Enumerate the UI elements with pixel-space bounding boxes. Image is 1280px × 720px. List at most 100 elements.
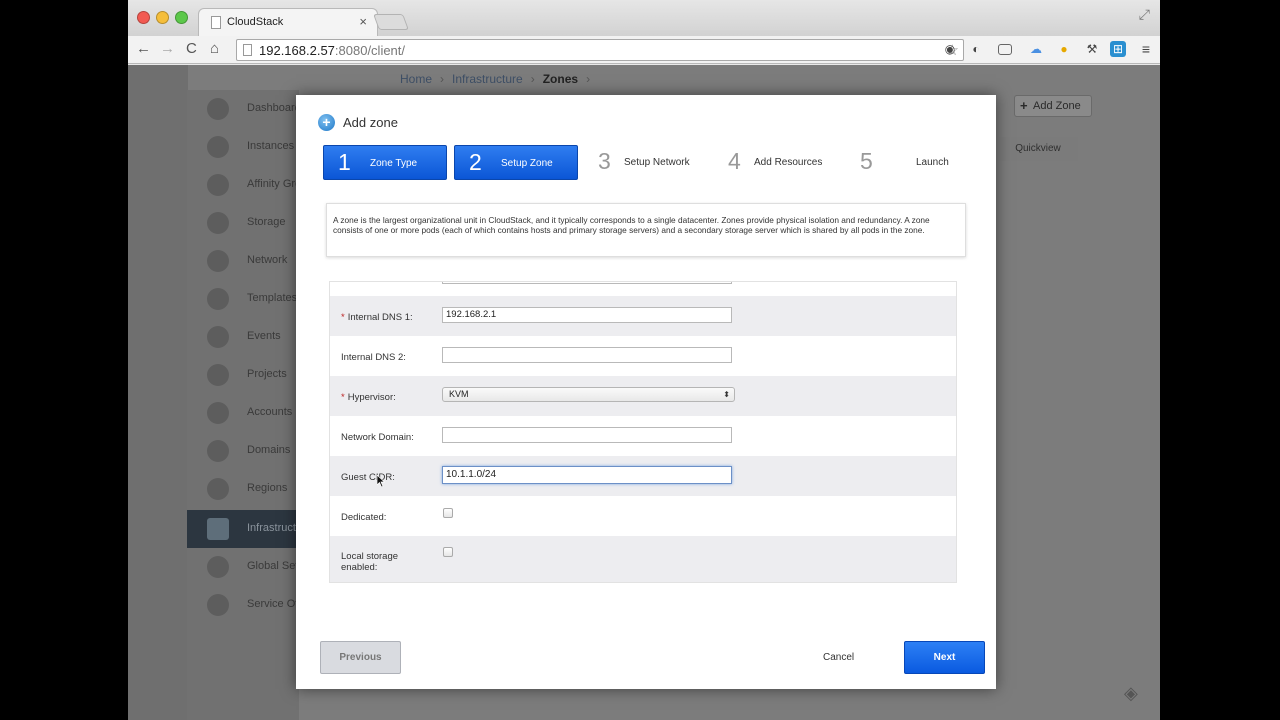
- sidebar-item-regions[interactable]: Regions: [187, 470, 299, 508]
- sidebar-item-projects[interactable]: Projects: [187, 356, 299, 394]
- window-maximize-button[interactable]: [175, 11, 188, 24]
- extension-icon-3[interactable]: [998, 44, 1012, 55]
- breadcrumb: Home › Infrastructure › Zones ›: [400, 72, 598, 86]
- add-zone-button[interactable]: + Add Zone: [1014, 95, 1092, 117]
- url-path: :8080/client/: [334, 43, 406, 58]
- step-setup-network: 3 Setup Network: [598, 145, 708, 180]
- browser-window: CloudStack × ⤢ ← → C ⌂ 192.168.2.57:8080…: [128, 0, 1160, 720]
- cloud-extension-icon[interactable]: ☁: [1028, 41, 1044, 57]
- local-storage-label-line2: enabled:: [341, 562, 378, 573]
- sidebar-item-label: Instances: [247, 140, 295, 152]
- screen: CloudStack × ⤢ ← → C ⌂ 192.168.2.57:8080…: [0, 0, 1280, 720]
- guest-cidr-input[interactable]: 10.1.1.0/24: [442, 466, 732, 484]
- extension-icon-1[interactable]: ◉: [942, 41, 958, 57]
- reload-icon[interactable]: C: [186, 39, 197, 59]
- internal-dns1-input[interactable]: 192.168.2.1: [442, 307, 732, 323]
- previous-button[interactable]: Previous: [320, 641, 401, 674]
- breadcrumb-infrastructure[interactable]: Infrastructure: [452, 72, 523, 86]
- step-zone-type[interactable]: 1 Zone Type: [323, 145, 447, 180]
- window-minimize-button[interactable]: [156, 11, 169, 24]
- storage-icon: [207, 212, 229, 234]
- tab-title: CloudStack: [227, 16, 284, 28]
- breadcrumb-home[interactable]: Home: [400, 72, 432, 86]
- network-domain-input[interactable]: [442, 427, 732, 443]
- sidebar-item-dashboard[interactable]: Dashboard: [187, 90, 299, 128]
- sidebar-item-label: Templates: [247, 292, 298, 304]
- sidebar-item-label: Service Offerings: [247, 598, 299, 610]
- sidebar-item-label: Accounts: [247, 406, 293, 418]
- extension-icon-5[interactable]: ●: [1056, 41, 1072, 57]
- form-row-internal-dns2: Internal DNS 2:: [330, 336, 956, 376]
- hypervisor-select[interactable]: KVM ⬍: [442, 387, 735, 402]
- breadcrumb-separator: ›: [586, 72, 591, 86]
- address-bar[interactable]: 192.168.2.57:8080/client/ ☆: [236, 39, 964, 61]
- url-host: 192.168.2.57: [259, 43, 335, 58]
- sidebar-item-label: Network: [247, 254, 288, 266]
- sidebar-item-service-offerings[interactable]: Service Offerings: [187, 586, 299, 624]
- form-row-dedicated: Dedicated:: [330, 496, 956, 536]
- step-label: Zone Type: [370, 158, 418, 169]
- sidebar-item-network[interactable]: Network: [187, 242, 299, 280]
- tab-strip: CloudStack × ⤢: [128, 0, 1160, 36]
- extension-icon-2[interactable]: ◐: [968, 41, 984, 57]
- sidebar-item-label: Events: [247, 330, 281, 342]
- breadcrumb-separator: ›: [530, 72, 535, 86]
- sidebar-item-domains[interactable]: Domains: [187, 432, 299, 470]
- domains-icon: [207, 440, 229, 462]
- sidebar-item-label: Global Settings: [247, 560, 299, 572]
- hypervisor-label: * Hypervisor:: [341, 392, 396, 403]
- next-button[interactable]: Next: [904, 641, 985, 674]
- forward-icon[interactable]: →: [160, 39, 175, 59]
- sidebar-item-templates[interactable]: Templates: [187, 280, 299, 318]
- sidebar: Dashboard Instances Affinity Groups Stor…: [187, 90, 299, 720]
- network-domain-label: Network Domain:: [341, 432, 414, 443]
- step-setup-zone[interactable]: 2 Setup Zone: [454, 145, 578, 180]
- step-number: 2: [469, 149, 482, 175]
- dashboard-icon: [207, 98, 229, 120]
- sidebar-item-affinity-groups[interactable]: Affinity Groups: [187, 166, 299, 204]
- page-info-icon[interactable]: [243, 44, 252, 56]
- fullscreen-icon[interactable]: ⤢: [1139, 6, 1150, 23]
- add-icon: +: [318, 114, 335, 131]
- window-close-button[interactable]: [137, 11, 150, 24]
- sidebar-item-accounts[interactable]: Accounts: [187, 394, 299, 432]
- step-number: 4: [728, 148, 741, 174]
- back-icon[interactable]: ←: [136, 39, 151, 59]
- zone-setup-form: * Internal DNS 1: 192.168.2.1 Internal DN…: [329, 281, 957, 583]
- sidebar-item-storage[interactable]: Storage: [187, 204, 299, 242]
- internal-dns2-label: Internal DNS 2:: [341, 352, 406, 363]
- url-text: 192.168.2.57:8080/client/: [259, 43, 405, 58]
- quickview-header: Quickview: [998, 137, 1078, 161]
- new-tab-button[interactable]: [373, 14, 409, 30]
- form-row-internal-dns1: * Internal DNS 1: 192.168.2.1: [330, 296, 956, 336]
- plus-icon: +: [1020, 98, 1028, 113]
- dedicated-checkbox[interactable]: [443, 508, 453, 518]
- sidebar-item-events[interactable]: Events: [187, 318, 299, 356]
- step-number: 5: [860, 148, 873, 174]
- internal-dns2-input[interactable]: [442, 347, 732, 363]
- local-storage-checkbox[interactable]: [443, 547, 453, 557]
- sidebar-item-global-settings[interactable]: Global Settings: [187, 548, 299, 586]
- sidebar-item-label: Projects: [247, 368, 287, 380]
- step-label: Launch: [916, 157, 949, 168]
- cancel-button[interactable]: Cancel: [823, 652, 854, 663]
- sidebar-item-infrastructure[interactable]: Infrastructure: [187, 510, 299, 548]
- zone-description: A zone is the largest organizational uni…: [326, 203, 966, 257]
- wrench-icon[interactable]: ⚒: [1084, 41, 1100, 57]
- partial-field[interactable]: [442, 282, 732, 284]
- local-storage-label: Local storage enabled:: [341, 551, 398, 573]
- page-icon: [211, 16, 221, 29]
- menu-icon[interactable]: ≡: [1138, 41, 1154, 57]
- user-icon: [207, 402, 229, 424]
- required-mark: *: [341, 312, 345, 323]
- extension-icon-7[interactable]: ⊞: [1110, 41, 1126, 57]
- tab-close-icon[interactable]: ×: [359, 14, 367, 29]
- scroll-to-top-icon[interactable]: ◈: [1124, 683, 1138, 704]
- guest-cidr-label: Guest CIDR:: [341, 472, 395, 483]
- sidebar-item-label: Affinity Groups: [247, 178, 299, 190]
- sidebar-item-instances[interactable]: Instances: [187, 128, 299, 166]
- globe-icon: [207, 478, 229, 500]
- browser-tab[interactable]: CloudStack ×: [198, 8, 378, 36]
- internal-dns1-label-text: Internal DNS 1:: [347, 312, 413, 323]
- home-icon[interactable]: ⌂: [210, 39, 219, 59]
